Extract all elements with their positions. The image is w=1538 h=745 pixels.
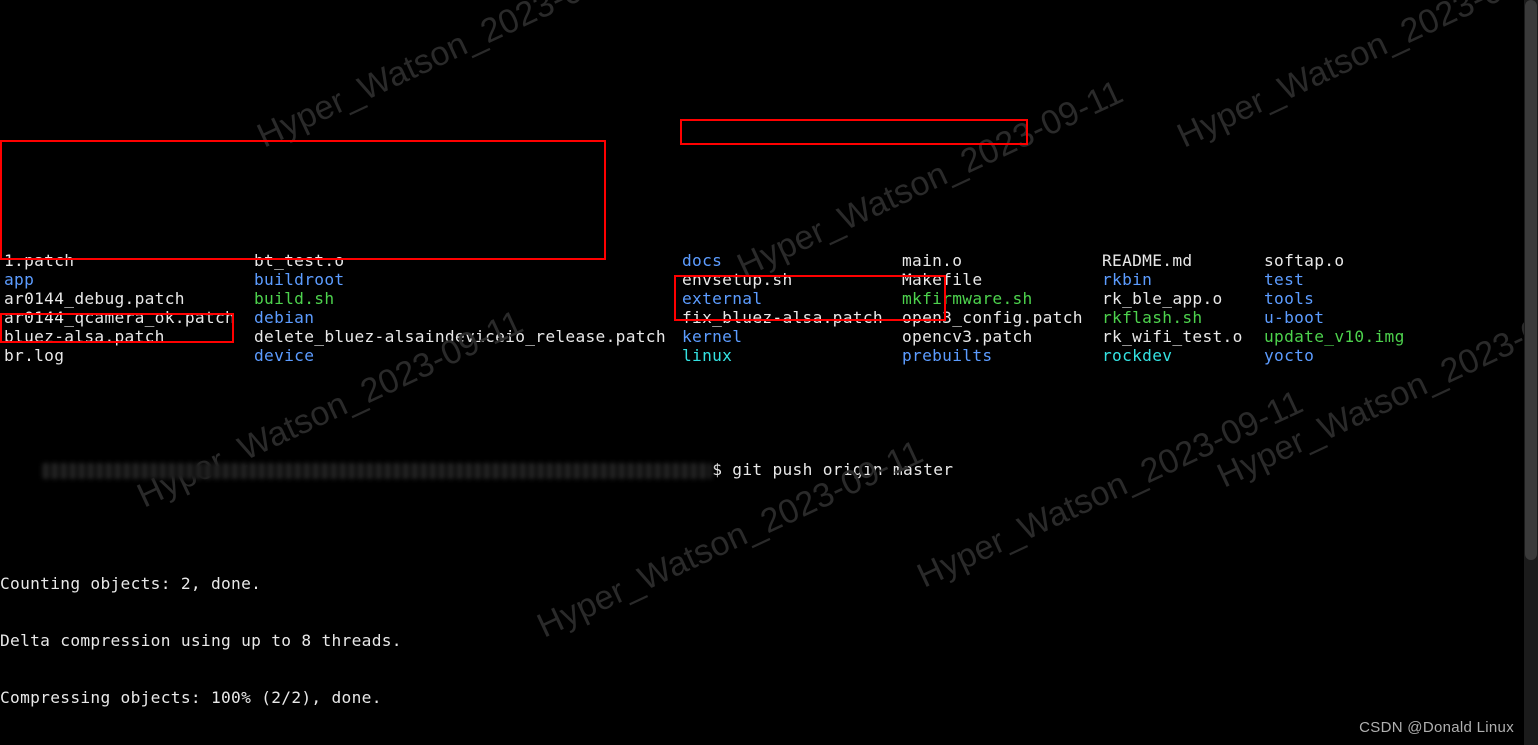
ls-entry: linux [682, 346, 902, 365]
ls-entry: main.o [902, 251, 1102, 270]
ls-entry: rk_wifi_test.o [1102, 327, 1264, 346]
ls-entry: fix_bluez-alsa.patch [682, 308, 902, 327]
ls-entry: u-boot [1264, 308, 1424, 327]
ls-entry: external [682, 289, 902, 308]
git-push-cmd-1: $ git push origin master [712, 460, 953, 479]
ls-entry: kernel [682, 327, 902, 346]
terminal[interactable]: Hyper_Watson_2023-09-11 Hyper_Watson_202… [0, 0, 1538, 745]
ls-entry: bt_test.o [254, 251, 682, 270]
ls-entry: README.md [1102, 251, 1264, 270]
ls-entry: update_v10.img [1264, 327, 1424, 346]
ls-entry: Makefile [902, 270, 1102, 289]
ls-entry: 1.patch [4, 251, 254, 270]
ls-entry: bluez-alsa.patch [4, 327, 254, 346]
ls-entry: yocto [1264, 346, 1424, 365]
watermark: Hyper_Watson_2023-09-11 [256, 0, 645, 147]
ls-entry: prebuilts [902, 346, 1102, 365]
compress-line: Compressing objects: 100% (2/2), done. [0, 688, 1538, 707]
count-line: Counting objects: 2, done. [0, 574, 1538, 593]
ls-output: 1.patchappar0144_debug.patchar0144_qcame… [0, 247, 1538, 365]
highlight-box [0, 140, 606, 260]
ls-entry: envsetup.sh [682, 270, 902, 289]
credit-label: CSDN @Donald Linux [1359, 718, 1514, 737]
ls-entry: buildroot [254, 270, 682, 289]
ls-entry: opencv3.patch [902, 327, 1102, 346]
scrollbar-thumb[interactable] [1525, 0, 1537, 560]
ls-entry: rkbin [1102, 270, 1264, 289]
ls-entry: rkflash.sh [1102, 308, 1264, 327]
ls-entry: app [4, 270, 254, 289]
ls-entry: br.log [4, 346, 254, 365]
ls-entry: softap.o [1264, 251, 1424, 270]
ls-entry: ar0144_debug.patch [4, 289, 254, 308]
blurred-prompt [42, 463, 712, 479]
delta-line: Delta compression using up to 8 threads. [0, 631, 1538, 650]
ls-entry: delete_bluez-alsaindeviceio_release.patc… [254, 327, 682, 346]
ls-entry: ar0144_qcamera_ok.patch [4, 308, 254, 327]
ls-entry: mkfirmware.sh [902, 289, 1102, 308]
ls-entry: open3_config.patch [902, 308, 1102, 327]
scrollbar[interactable] [1524, 0, 1538, 745]
ls-entry: test [1264, 270, 1424, 289]
ls-entry: tools [1264, 289, 1424, 308]
ls-entry: debian [254, 308, 682, 327]
ls-entry: rk_ble_app.o [1102, 289, 1264, 308]
ls-entry: build.sh [254, 289, 682, 308]
ls-entry: rockdev [1102, 346, 1264, 365]
ls-entry: docs [682, 251, 902, 270]
highlight-box [680, 119, 1028, 145]
watermark: Hyper_Watson_2023-09-11 [1176, 0, 1538, 147]
ls-entry: device [254, 346, 682, 365]
